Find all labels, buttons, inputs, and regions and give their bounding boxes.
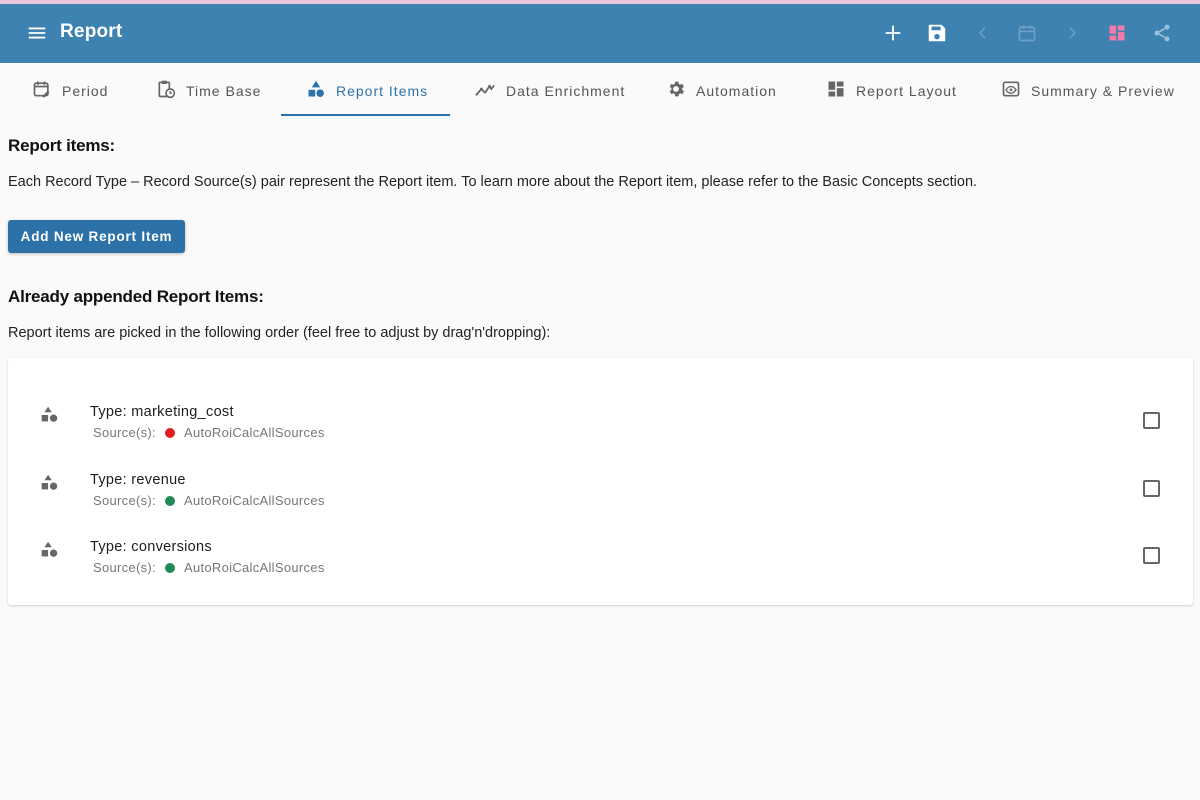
- source-label: Source(s):: [93, 425, 156, 440]
- tab-automation[interactable]: Automation: [666, 64, 777, 117]
- app-bar: Report: [0, 4, 1200, 63]
- calendar-edit-icon: [32, 79, 52, 102]
- share-icon[interactable]: [1149, 20, 1175, 46]
- shapes-icon[interactable]: [38, 472, 60, 494]
- tab-report-items[interactable]: Report Items: [306, 64, 428, 117]
- clipboard-clock-icon: [156, 79, 176, 102]
- shapes-icon[interactable]: [38, 404, 60, 426]
- trend-icon: [474, 79, 496, 102]
- source-label: Source(s):: [93, 493, 156, 508]
- item-checkbox[interactable]: [1143, 547, 1160, 564]
- gear-icon: [666, 79, 686, 102]
- source-label: Source(s):: [93, 560, 156, 575]
- eye-icon: [1001, 79, 1021, 102]
- report-items-description: Each Record Type – Record Source(s) pair…: [8, 174, 978, 190]
- tab-report-layout-label: Report Layout: [856, 82, 957, 99]
- layout-icon[interactable]: [1104, 20, 1130, 46]
- tab-time-base-label: Time Base: [186, 82, 262, 99]
- tab-summary-preview-label: Summary & Preview: [1031, 82, 1175, 99]
- wizard-tabs: Period Time Base Report Items Data Enric…: [0, 64, 1200, 117]
- item-type: Type: revenue: [90, 472, 186, 488]
- shapes-icon[interactable]: [38, 539, 60, 561]
- chevron-right-icon[interactable]: [1059, 20, 1085, 46]
- save-icon[interactable]: [924, 20, 950, 46]
- item-checkbox[interactable]: [1143, 480, 1160, 497]
- status-dot: [164, 495, 175, 506]
- source-name: AutoRoiCalcAllSources: [183, 560, 325, 575]
- source-name: AutoRoiCalcAllSources: [183, 493, 325, 508]
- appended-items-description: Report items are picked in the following…: [8, 325, 551, 341]
- menu-icon[interactable]: [26, 22, 48, 44]
- list-item[interactable]: Type: conversions Source(s): AutoRoiCalc…: [8, 529, 1193, 589]
- appended-items-heading: Already appended Report Items:: [8, 287, 264, 306]
- list-item[interactable]: Type: marketing_cost Source(s): AutoRoiC…: [8, 394, 1193, 454]
- item-type: Type: marketing_cost: [90, 404, 234, 420]
- tab-report-items-label: Report Items: [336, 82, 429, 99]
- tab-time-base[interactable]: Time Base: [156, 64, 261, 117]
- report-items-list: Type: marketing_cost Source(s): AutoRoiC…: [8, 358, 1193, 605]
- tab-period-label: Period: [62, 82, 109, 99]
- active-tab-indicator: [281, 114, 450, 116]
- calendar-icon[interactable]: [1014, 20, 1040, 46]
- item-checkbox[interactable]: [1143, 412, 1160, 429]
- add-new-report-item-button[interactable]: Add New Report Item: [8, 220, 185, 253]
- shapes-icon: [306, 79, 326, 102]
- plus-icon[interactable]: [880, 20, 906, 46]
- item-type: Type: conversions: [90, 539, 212, 555]
- report-items-heading: Report items:: [8, 136, 115, 155]
- tab-data-enrichment-label: Data Enrichment: [506, 82, 626, 99]
- item-source: Source(s): AutoRoiCalcAllSources: [93, 493, 325, 508]
- tab-data-enrichment[interactable]: Data Enrichment: [474, 64, 625, 117]
- tab-summary-preview[interactable]: Summary & Preview: [1001, 64, 1175, 117]
- tab-report-layout[interactable]: Report Layout: [826, 64, 957, 117]
- dashboard-icon: [826, 79, 846, 102]
- source-name: AutoRoiCalcAllSources: [183, 425, 325, 440]
- list-item[interactable]: Type: revenue Source(s): AutoRoiCalcAllS…: [8, 462, 1193, 522]
- tab-period[interactable]: Period: [32, 64, 108, 117]
- status-dot: [164, 427, 175, 438]
- item-source: Source(s): AutoRoiCalcAllSources: [93, 425, 325, 440]
- chevron-left-icon[interactable]: [970, 20, 996, 46]
- item-source: Source(s): AutoRoiCalcAllSources: [93, 560, 325, 575]
- tab-automation-label: Automation: [696, 82, 777, 99]
- app-title: Report: [60, 21, 123, 42]
- status-dot: [164, 562, 175, 573]
